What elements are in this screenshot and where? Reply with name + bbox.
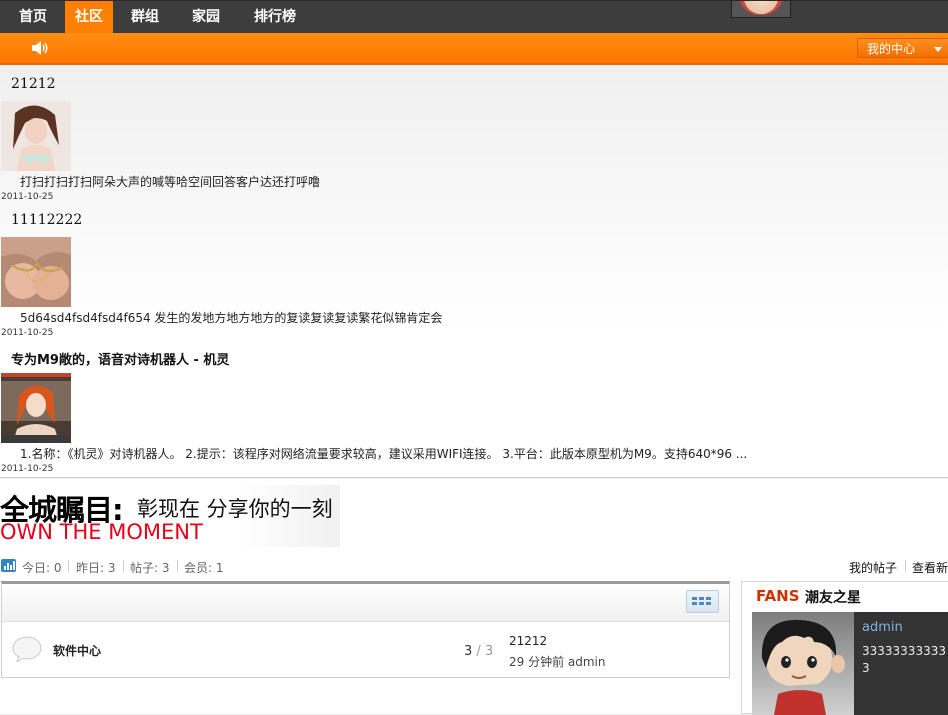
forum-count-total: 3 [484,644,494,659]
nav-item-home[interactable]: 首页 [8,1,58,34]
fans-label: FANS [756,587,800,605]
post-date: 2011-10-25 [1,192,54,202]
my-center-dropdown[interactable]: 我的中心 [857,38,948,58]
forum-row[interactable]: 软件中心 3 / 3 21212 29 分钟前 admin [2,622,729,678]
post-title[interactable]: 21212 [11,76,56,92]
nav-item-community[interactable]: 社区 [65,1,113,34]
stat-yesterday: 昨日: 3 [76,561,116,575]
stat-posts: 帖子: 3 [130,561,170,575]
last-post-title[interactable]: 21212 [509,634,547,648]
top-nav: 首页 社区 群组 家园 排行榜 [0,0,948,34]
nav-item-home-garden[interactable]: 家园 [181,1,231,34]
my-center-label: 我的中心 [867,42,916,56]
post-thumbnail[interactable] [1,237,71,307]
divider [123,560,124,572]
user-avatar[interactable] [731,1,791,18]
speech-bubble-icon [12,636,42,662]
post-date: 2011-10-25 [1,464,54,474]
nav-item-groups[interactable]: 群组 [120,1,170,34]
fan-star-card: admin 333333333333 [752,612,948,715]
post-title[interactable]: 11112222 [11,212,82,228]
grid-view-icon[interactable] [686,590,719,613]
fan-username[interactable]: admin [862,620,903,635]
post-excerpt: 1.名称：《机灵》对诗机器人。 2.提示：该程序对网络流量要求较高，建议采用WI… [20,447,748,461]
stat-today: 今日: 0 [22,561,62,575]
speaker-icon[interactable] [31,41,49,55]
post-excerpt: 打扫打扫打扫阿朵大声的喊等哈空间回答客户达还打呼噜 [20,175,321,189]
divider [0,477,948,479]
post-excerpt: 5d64sd4fsd4fsd4f654 发生的发地方地方地方的复读复读复读繁花似… [20,311,443,325]
last-post-meta: 29 分钟前 admin [509,655,606,669]
fan-value: 333333333333 [862,644,946,675]
chevron-down-icon [934,47,942,52]
stats-bar: 今日: 0 昨日: 3 帖子: 3 会员: 1 我的帖子 查看新 [0,559,948,575]
forum-name[interactable]: 软件中心 [53,642,101,659]
fans-title: 潮友之星 [805,590,861,606]
forum-counts: 3 / 3 [464,644,493,659]
stat-members: 会员: 1 [184,561,224,575]
banner-english: OWN THE MOMENT [0,520,203,544]
view-new-link[interactable]: 查看新 [912,559,948,576]
forum-count-separator: / [472,644,485,659]
forum-list: 软件中心 3 / 3 21212 29 分钟前 admin [1,581,730,678]
fans-panel: FANS 潮友之星 admin 333333333333 [741,581,948,715]
fan-avatar[interactable] [752,612,854,715]
sub-bar: 我的中心 [0,33,948,65]
divider [68,560,69,572]
post-title[interactable]: 专为M9敞的，语音对诗机器人 - 机灵 [11,349,229,368]
my-posts-link[interactable]: 我的帖子 [849,559,897,576]
banner-subline: 彰现在 分享你的一刻 [137,497,333,521]
bar-chart-icon [1,559,16,572]
divider [905,560,906,572]
divider [177,560,178,572]
post-thumbnail[interactable] [1,373,71,443]
post-thumbnail[interactable] [1,101,71,171]
forum-list-header [2,584,729,622]
post-date: 2011-10-25 [1,328,54,338]
promo-banner[interactable]: 全城瞩目: 彰现在 分享你的一刻 OWN THE MOMENT [0,485,340,547]
nav-item-ranking[interactable]: 排行榜 [245,1,305,34]
